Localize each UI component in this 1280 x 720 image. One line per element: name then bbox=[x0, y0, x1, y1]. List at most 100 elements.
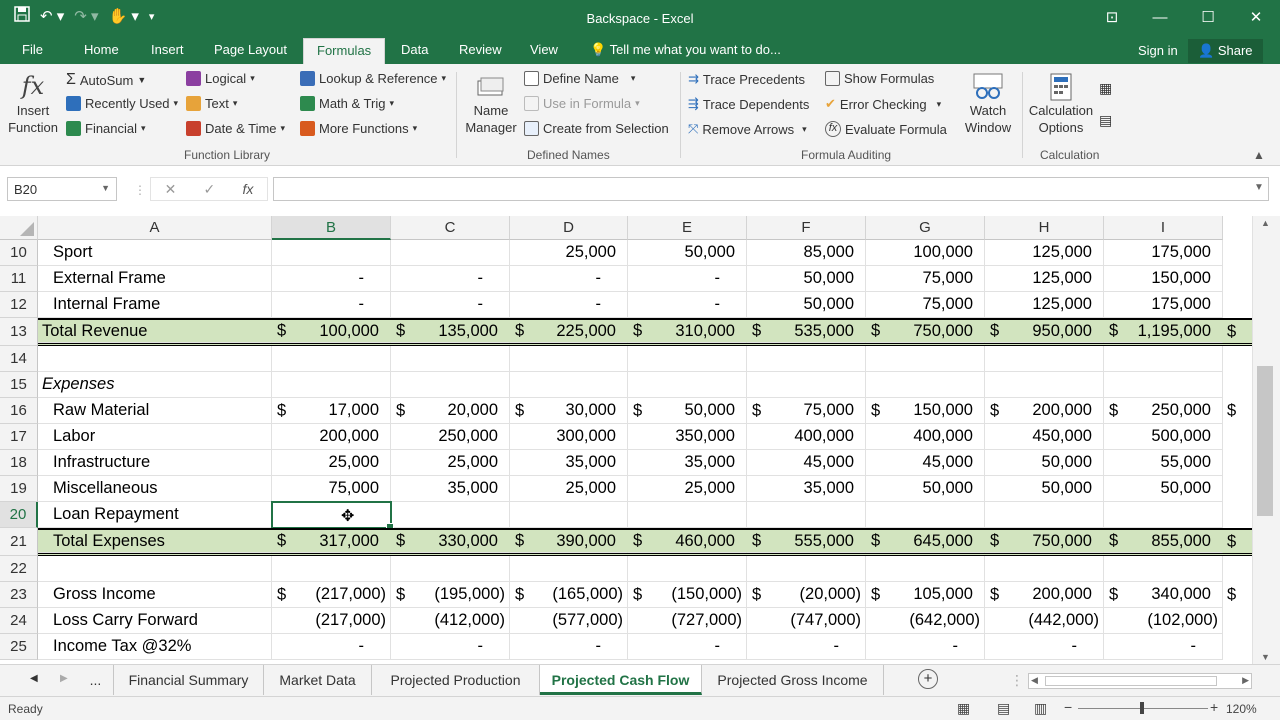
prev-sheet-icon[interactable]: ◀ bbox=[30, 673, 38, 684]
row-header-22[interactable]: 22 bbox=[0, 556, 38, 582]
data-cell[interactable]: $150,000 bbox=[866, 398, 985, 424]
name-manager-button[interactable]: Name Manager bbox=[464, 72, 518, 136]
trace-precedents-button[interactable]: ⇉ Trace Precedents bbox=[688, 71, 805, 87]
normal-view-icon[interactable]: ▦ bbox=[957, 700, 970, 717]
active-cell-indicator[interactable]: ✥ bbox=[271, 501, 394, 531]
data-cell[interactable]: 125,000 bbox=[985, 292, 1104, 318]
row-header-17[interactable]: 17 bbox=[0, 424, 38, 450]
data-cell[interactable]: $250,000 bbox=[1104, 398, 1223, 424]
data-cell[interactable] bbox=[272, 556, 391, 582]
evaluate-formula-button[interactable]: fx Evaluate Formula bbox=[825, 121, 947, 137]
vertical-scrollbar[interactable]: ▲ ▼ bbox=[1252, 216, 1280, 664]
data-cell[interactable]: (442,000) bbox=[985, 608, 1104, 634]
data-cell[interactable]: $535,000 bbox=[747, 320, 866, 343]
data-cell[interactable] bbox=[747, 556, 866, 582]
data-cell[interactable] bbox=[391, 240, 510, 266]
row-header-11[interactable]: 11 bbox=[0, 266, 38, 292]
data-cell[interactable] bbox=[985, 502, 1104, 528]
data-cell[interactable]: 125,000 bbox=[985, 240, 1104, 266]
data-cell[interactable]: 25,000 bbox=[510, 476, 628, 502]
column-header-a[interactable]: A bbox=[38, 216, 272, 240]
data-cell[interactable]: - bbox=[272, 292, 391, 318]
data-cell[interactable]: - bbox=[628, 634, 747, 660]
data-cell[interactable] bbox=[1104, 346, 1223, 372]
show-formulas-button[interactable]: Show Formulas bbox=[825, 71, 934, 86]
row-label-cell[interactable]: Sport bbox=[38, 240, 272, 266]
data-cell[interactable]: 25,000 bbox=[272, 450, 391, 476]
insert-function-button[interactable]: fx Insert Function bbox=[6, 70, 60, 136]
worksheet-grid[interactable]: A B C D E F G H I 10 Sport 25,000 50,000 85,000 100,00… bbox=[0, 216, 1252, 664]
row-label-cell[interactable]: Infrastructure bbox=[38, 450, 272, 476]
more-functions-button[interactable]: More Functions ▾ bbox=[300, 121, 417, 136]
data-cell[interactable]: 75,000 bbox=[866, 266, 985, 292]
data-cell[interactable] bbox=[1104, 556, 1223, 582]
data-cell[interactable]: $ (195,000) bbox=[391, 582, 510, 608]
data-cell[interactable]: 50,000 bbox=[985, 450, 1104, 476]
data-cell[interactable] bbox=[628, 502, 747, 528]
remove-arrows-button[interactable]: ⤧ Remove Arrows ▾ bbox=[688, 121, 807, 137]
tab-formulas[interactable]: Formulas bbox=[303, 38, 386, 64]
tab-file[interactable]: File bbox=[22, 42, 43, 57]
sign-in-link[interactable]: Sign in bbox=[1138, 43, 1178, 58]
data-cell[interactable]: - bbox=[510, 292, 628, 318]
row-label-cell[interactable]: Labor bbox=[38, 424, 272, 450]
data-cell[interactable]: (217,000) bbox=[272, 608, 391, 634]
select-all-corner[interactable] bbox=[0, 216, 38, 240]
data-cell[interactable]: - bbox=[272, 634, 391, 660]
data-cell[interactable]: 85,000 bbox=[747, 240, 866, 266]
data-cell[interactable] bbox=[391, 502, 510, 528]
trace-dependents-button[interactable]: ⇶ Trace Dependents bbox=[688, 96, 809, 112]
calculate-sheet-icon[interactable]: ▤ bbox=[1099, 112, 1112, 129]
data-cell[interactable]: 400,000 bbox=[747, 424, 866, 450]
tell-me-box[interactable]: 💡 Tell me what you want to do... bbox=[590, 42, 781, 58]
data-cell[interactable]: $200,000 bbox=[985, 398, 1104, 424]
data-cell[interactable]: 175,000 bbox=[1104, 292, 1223, 318]
data-cell[interactable]: $ (165,000) bbox=[510, 582, 628, 608]
data-cell[interactable]: - bbox=[391, 266, 510, 292]
data-cell[interactable]: $50,000 bbox=[628, 398, 747, 424]
data-cell[interactable]: 35,000 bbox=[747, 476, 866, 502]
data-cell[interactable]: $135,000 bbox=[391, 320, 510, 343]
data-cell[interactable] bbox=[510, 556, 628, 582]
data-cell[interactable]: $555,000 bbox=[747, 530, 866, 553]
data-cell[interactable]: $ (217,000) bbox=[272, 582, 391, 608]
data-cell[interactable]: $75,000 bbox=[747, 398, 866, 424]
data-cell[interactable]: 250,000 bbox=[391, 424, 510, 450]
data-cell[interactable]: 50,000 bbox=[747, 292, 866, 318]
zoom-in-icon[interactable]: + bbox=[1210, 699, 1218, 715]
data-cell[interactable]: $200,000 bbox=[985, 582, 1104, 608]
use-in-formula-button[interactable]: Use in Formula ▾ bbox=[524, 96, 640, 111]
data-cell[interactable]: $750,000 bbox=[866, 320, 985, 343]
data-cell[interactable] bbox=[985, 372, 1104, 398]
date-time-button[interactable]: Date & Time ▾ bbox=[186, 121, 285, 136]
page-layout-view-icon[interactable]: ▤ bbox=[997, 700, 1010, 717]
tab-page-layout[interactable]: Page Layout bbox=[214, 42, 287, 57]
data-cell[interactable]: $1,195,000 bbox=[1104, 320, 1223, 343]
scroll-thumb[interactable] bbox=[1257, 366, 1273, 516]
row-label-cell[interactable]: Total Revenue bbox=[38, 320, 272, 343]
zoom-slider-thumb[interactable] bbox=[1140, 702, 1144, 714]
next-sheet-icon[interactable]: ▶ bbox=[60, 673, 68, 684]
column-header-g[interactable]: G bbox=[866, 216, 985, 240]
row-label-cell[interactable]: Raw Material bbox=[38, 398, 272, 424]
data-cell[interactable]: $750,000 bbox=[985, 530, 1104, 553]
row-header-14[interactable]: 14 bbox=[0, 346, 38, 372]
data-cell[interactable]: $ (20,000) bbox=[747, 582, 866, 608]
row-header-21[interactable]: 21 bbox=[0, 528, 38, 556]
data-cell[interactable]: 50,000 bbox=[628, 240, 747, 266]
row-header-19[interactable]: 19 bbox=[0, 476, 38, 502]
row-header-10[interactable]: 10 bbox=[0, 240, 38, 266]
page-break-view-icon[interactable]: ▥ bbox=[1034, 700, 1047, 717]
data-cell[interactable]: 350,000 bbox=[628, 424, 747, 450]
data-cell[interactable]: - bbox=[391, 292, 510, 318]
text-button[interactable]: Text ▾ bbox=[186, 96, 237, 111]
data-cell[interactable]: 50,000 bbox=[985, 476, 1104, 502]
data-cell[interactable]: 45,000 bbox=[747, 450, 866, 476]
data-cell[interactable] bbox=[628, 372, 747, 398]
column-header-e[interactable]: E bbox=[628, 216, 747, 240]
sheet-tab-projected-cash-flow[interactable]: Projected Cash Flow bbox=[540, 665, 702, 695]
name-box[interactable]: B20 ▼ bbox=[7, 177, 117, 201]
row-header-23[interactable]: 23 bbox=[0, 582, 38, 608]
data-cell[interactable]: 50,000 bbox=[747, 266, 866, 292]
sheet-tab-projected-production[interactable]: Projected Production bbox=[372, 665, 540, 695]
